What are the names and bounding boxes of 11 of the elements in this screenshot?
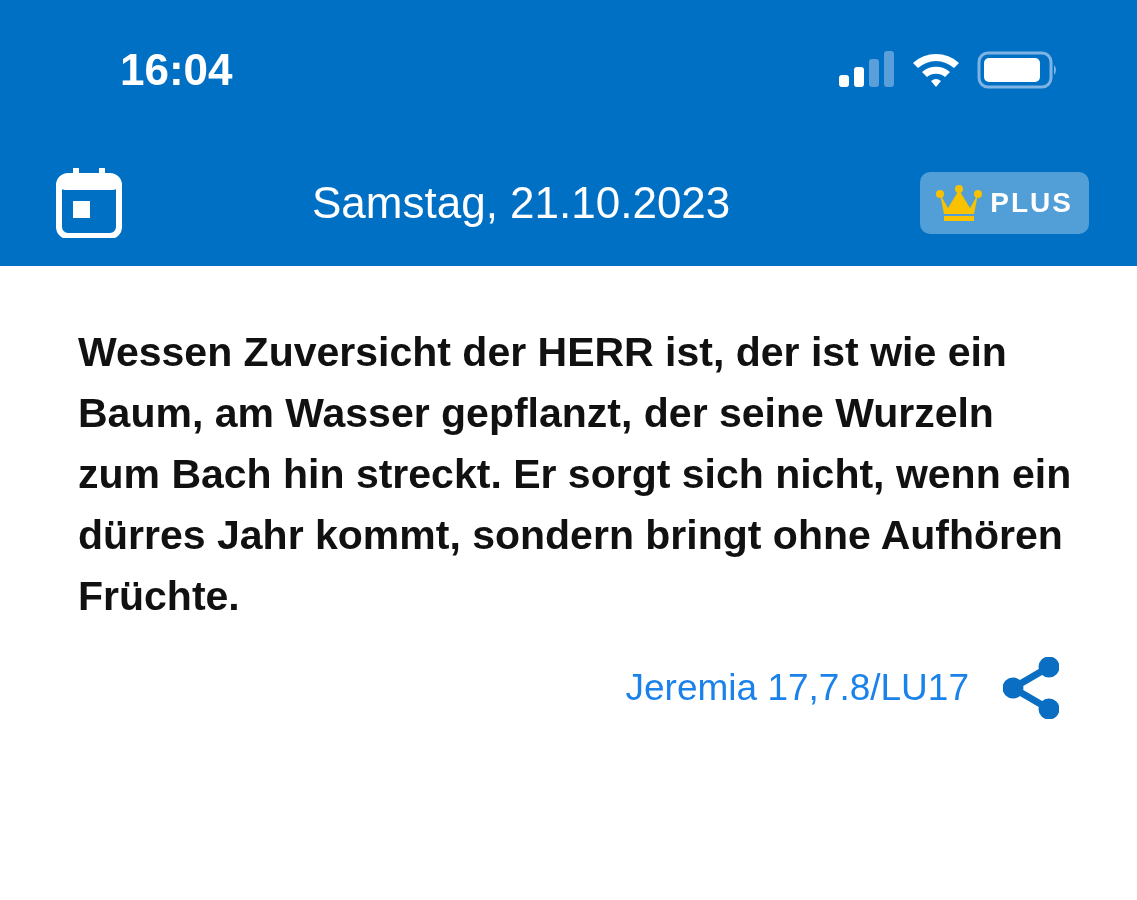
crown-icon [936,184,983,222]
reference-link[interactable]: Jeremia 17,7.8/LU17 [625,660,969,716]
plus-button[interactable]: PLUS [920,172,1089,234]
battery-icon [977,51,1059,89]
date-title: Samstag, 21.10.2023 [312,177,731,229]
wifi-icon [911,51,961,89]
signal-icon [839,51,895,89]
share-icon[interactable] [1003,657,1059,719]
calendar-icon[interactable] [56,168,122,238]
status-time: 16:04 [120,44,233,96]
verse-text: Wessen Zuversicht der HERR ist, der ist wie ein Baum, am Wasser gepflanzt, der seine Wurzeln zum Bach hin streckt. Er sorgt sich nicht, wenn ein dürres Jahr kommt, sondern bringt ohne Aufhören Früchte. [77,328,1073,621]
